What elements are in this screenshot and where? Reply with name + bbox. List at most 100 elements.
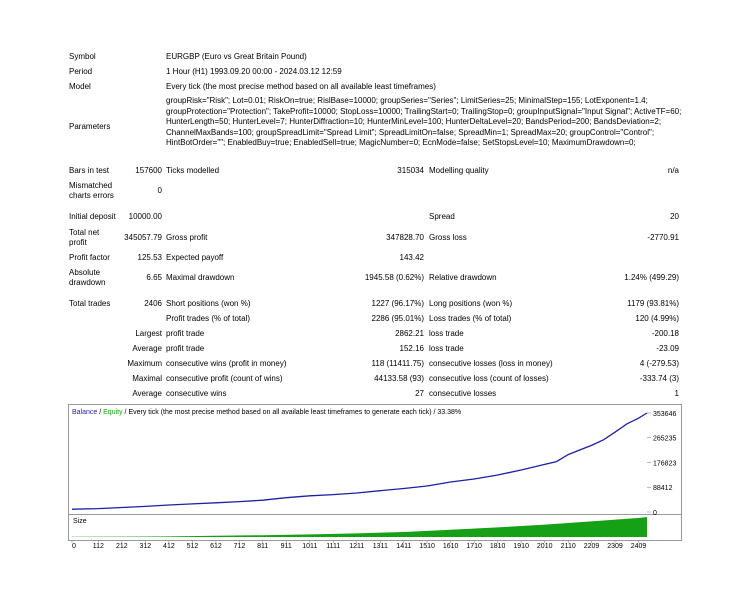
x-tick-label-21: 2110 xyxy=(561,543,576,550)
long-value: 1179 (93.81%) xyxy=(627,299,679,308)
abs-dd-label-2: drawdown xyxy=(69,278,106,287)
max-dd-label: Maximal drawdown xyxy=(166,273,235,282)
net-label-1: Total net xyxy=(69,228,100,237)
maxl-cons-profit-value: 44133.58 (93) xyxy=(374,374,424,383)
x-tick-label-17: 1710 xyxy=(466,543,482,550)
deposit-value: 10000.00 xyxy=(128,212,162,221)
avg-cons-wins-label: consecutive wins xyxy=(166,389,227,398)
x-tick-label-13: 1311 xyxy=(373,543,388,550)
x-tick-label-5: 512 xyxy=(187,543,199,550)
abs-dd-label-1: Absolute xyxy=(69,268,101,277)
payoff-label: Expected payoff xyxy=(166,253,224,262)
maximal-label: Maximal xyxy=(132,374,162,383)
x-tick-label-1: 112 xyxy=(93,543,104,550)
short-label: Short positions (won %) xyxy=(166,299,251,308)
x-tick-label-0: 0 xyxy=(72,543,76,550)
gross-profit-label: Gross profit xyxy=(166,233,208,242)
quality-value: n/a xyxy=(667,166,679,175)
pf-label: Profit factor xyxy=(69,253,110,262)
bars-value: 157600 xyxy=(135,166,162,175)
x-tick-label-24: 2409 xyxy=(631,543,647,550)
ticks-label: Ticks modelled xyxy=(166,166,220,175)
x-tick-label-14: 1411 xyxy=(396,543,411,550)
spread-value: 20 xyxy=(670,212,679,221)
period-label: Period xyxy=(69,67,93,76)
x-tick-label-3: 312 xyxy=(140,543,152,550)
x-tick-label-11: 1111 xyxy=(326,543,340,550)
max-dd-value: 1945.58 (0.62%) xyxy=(364,273,424,282)
x-tick-label-6: 612 xyxy=(210,543,222,550)
parameters-label: Parameters xyxy=(69,122,111,131)
x-tick-label-4: 412 xyxy=(163,543,175,550)
average2-label: Average xyxy=(132,389,162,398)
deposit-label: Initial deposit xyxy=(69,212,116,221)
profit-trades-value: 2286 (95.01%) xyxy=(371,314,424,323)
trades-label: Total trades xyxy=(69,299,111,308)
maxl-cons-loss-label: consecutive loss (count of losses) xyxy=(429,374,549,383)
x-tick-label-2: 212 xyxy=(116,543,128,550)
mismatch-label-2: charts errors xyxy=(69,191,114,200)
avg-cons-losses-value: 1 xyxy=(674,389,679,398)
net-value: 345057.79 xyxy=(124,233,162,242)
mismatch-value: 0 xyxy=(157,186,162,195)
largest-label: Largest xyxy=(135,329,162,338)
x-tick-label-8: 811 xyxy=(257,543,268,550)
x-tick-label-12: 1211 xyxy=(349,543,364,550)
short-value: 1227 (96.17%) xyxy=(371,299,424,308)
chart-canvas xyxy=(69,412,681,537)
average-loss-label: loss trade xyxy=(429,344,464,353)
abs-dd-value: 6.65 xyxy=(146,273,162,282)
largest-profit-value: 2862.21 xyxy=(395,329,424,338)
balance-chart: Balance / Equity / Every tick (the most … xyxy=(68,404,682,541)
x-tick-label-22: 2209 xyxy=(584,543,600,550)
gross-loss-value: -2770.91 xyxy=(647,233,679,242)
max-cons-losses-label: consecutive losses (loss in money) xyxy=(429,359,553,368)
x-tick-label-9: 911 xyxy=(281,543,292,550)
x-tick-label-23: 2309 xyxy=(607,543,623,550)
trades-value: 2406 xyxy=(144,299,162,308)
x-tick-label-18: 1810 xyxy=(490,543,506,550)
parameters-value: groupRisk="Risk"; Lot=0.01; RiskOn=true;… xyxy=(166,96,682,148)
series-balance-line xyxy=(71,412,648,510)
max-cons-losses-value: 4 (-279.53) xyxy=(639,359,679,368)
pf-value: 125.53 xyxy=(137,253,162,262)
symbol-value: EURGBP (Euro vs Great Britain Pound) xyxy=(166,52,307,61)
ticks-value: 315034 xyxy=(397,166,424,175)
loss-trades-label: Loss trades (% of total) xyxy=(429,314,512,323)
model-value: Every tick (the most precise method base… xyxy=(166,82,436,91)
quality-label: Modelling quality xyxy=(429,166,489,175)
max-cons-wins-label: consecutive wins (profit in money) xyxy=(166,359,287,368)
x-tick-label-19: 1910 xyxy=(513,543,529,550)
x-tick-label-16: 1610 xyxy=(443,543,459,550)
spread-label: Spread xyxy=(429,212,455,221)
net-label-2: profit xyxy=(69,238,87,247)
avg-cons-losses-label: consecutive losses xyxy=(429,389,497,398)
x-tick-label-20: 2010 xyxy=(537,543,553,550)
x-tick-label-7: 712 xyxy=(234,543,246,550)
bars-label: Bars in test xyxy=(69,166,110,175)
average-profit-value: 152.16 xyxy=(399,344,424,353)
maxl-cons-profit-label: consecutive profit (count of wins) xyxy=(166,374,283,383)
average-profit-label: profit trade xyxy=(166,344,205,353)
symbol-label: Symbol xyxy=(69,52,96,61)
average-loss-value: -23.09 xyxy=(656,344,679,353)
avg-cons-wins-value: 27 xyxy=(415,389,424,398)
rel-dd-value: 1.24% (499.29) xyxy=(624,273,679,282)
x-tick-label-15: 1510 xyxy=(419,543,435,550)
loss-trades-value: 120 (4.99%) xyxy=(635,314,679,323)
largest-profit-label: profit trade xyxy=(166,329,205,338)
mismatch-label-1: Mismatched xyxy=(69,181,113,190)
period-value: 1 Hour (H1) 1993.09.20 00:00 - 2024.03.1… xyxy=(166,67,342,76)
rel-dd-label: Relative drawdown xyxy=(429,273,497,282)
profit-trades-label: Profit trades (% of total) xyxy=(166,314,251,323)
maximum-label: Maximum xyxy=(127,359,162,368)
largest-loss-label: loss trade xyxy=(429,329,464,338)
gross-profit-value: 347828.70 xyxy=(386,233,424,242)
max-cons-wins-value: 118 (11411.75) xyxy=(371,359,424,368)
payoff-value: 143.42 xyxy=(399,253,424,262)
gross-loss-label: Gross loss xyxy=(429,233,467,242)
lot-size-area xyxy=(72,517,647,537)
maxl-cons-loss-value: -333.74 (3) xyxy=(639,374,679,383)
long-label: Long positions (won %) xyxy=(429,299,513,308)
average-label: Average xyxy=(132,344,162,353)
